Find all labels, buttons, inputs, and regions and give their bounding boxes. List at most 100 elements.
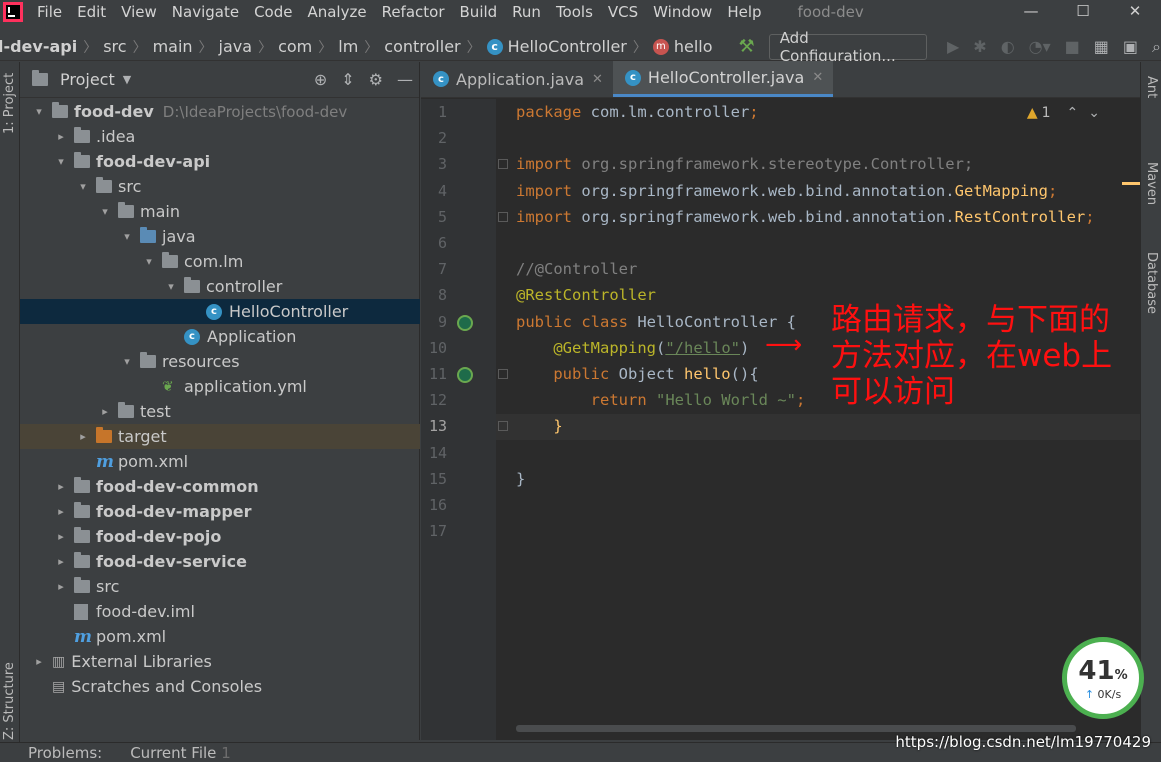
code-area[interactable]: package com.lm.controller; import org.spr… xyxy=(496,99,1140,740)
minimize-icon[interactable]: — xyxy=(1005,0,1057,22)
fold-marker-icon[interactable] xyxy=(498,159,508,170)
menu-run[interactable]: Run xyxy=(505,1,549,23)
breadcrumb-lm[interactable]: lm xyxy=(338,37,358,56)
search-icon[interactable]: ⌕ xyxy=(1152,37,1161,57)
locate-icon[interactable]: ⊕ xyxy=(314,70,327,89)
chevron-down-icon[interactable]: ▾ xyxy=(76,180,90,193)
tree-item[interactable]: ▾ src xyxy=(20,174,420,199)
spring-bean-icon[interactable] xyxy=(457,367,473,383)
tree-item[interactable]: ▸ food-dev-common xyxy=(20,474,420,499)
spring-bean-icon[interactable] xyxy=(457,314,473,331)
terminal-icon[interactable]: ▣ xyxy=(1123,37,1138,56)
tree-item[interactable]: ▸ ▥ External Libraries xyxy=(20,649,420,674)
close-icon[interactable]: ✕ xyxy=(1109,0,1161,22)
menu-vcs[interactable]: VCS xyxy=(601,1,646,23)
breadcrumb-controller[interactable]: controller xyxy=(384,37,460,56)
breadcrumb-method[interactable]: m hello xyxy=(652,37,713,56)
build-hammer-icon[interactable]: ⚒ xyxy=(739,36,755,57)
menu-edit[interactable]: Edit xyxy=(70,1,114,23)
ant-tool-tab[interactable]: Ant xyxy=(1144,76,1159,98)
current-file-tab[interactable]: Current File 1 xyxy=(130,744,231,762)
horizontal-scrollbar[interactable] xyxy=(516,725,1076,732)
menu-code[interactable]: Code xyxy=(247,1,300,23)
menu-view[interactable]: View xyxy=(114,1,165,23)
tree-item[interactable]: ▾ main xyxy=(20,199,420,224)
tree-item[interactable]: ▸ .idea xyxy=(20,124,420,149)
tree-item[interactable]: c HelloController xyxy=(20,299,420,324)
tree-item[interactable]: ▾ resources xyxy=(20,349,420,374)
tree-item[interactable]: ▸ food-dev-mapper xyxy=(20,499,420,524)
chevron-down-icon[interactable]: ▾ xyxy=(32,105,46,118)
tree-item[interactable]: c Application xyxy=(20,324,420,349)
chevron-down-icon[interactable]: ▾ xyxy=(120,230,134,243)
tree-item[interactable]: ▸ target xyxy=(20,424,420,449)
tree-item[interactable]: ▸ food-dev-pojo xyxy=(20,524,420,549)
chevron-down-icon[interactable]: ▼ xyxy=(123,73,131,86)
profile-icon[interactable]: ◔▾ xyxy=(1029,37,1051,56)
close-icon[interactable]: ✕ xyxy=(592,72,603,87)
chevron-down-icon[interactable]: ▾ xyxy=(142,255,156,268)
tree-item[interactable]: ▸ test xyxy=(20,399,420,424)
chevron-down-icon[interactable]: ▾ xyxy=(98,205,112,218)
maven-tool-tab[interactable]: Maven xyxy=(1144,162,1159,205)
menu-build[interactable]: Build xyxy=(453,1,506,23)
tree-item[interactable]: ▾ food-dev D:\IdeaProjects\food-dev xyxy=(20,99,420,124)
tree-item[interactable]: ▾ controller xyxy=(20,274,420,299)
tree-item[interactable]: ▾ food-dev-api xyxy=(20,149,420,174)
maximize-icon[interactable]: ☐ xyxy=(1057,0,1109,22)
tree-item[interactable]: food-dev.iml xyxy=(20,599,420,624)
breadcrumb-com[interactable]: com xyxy=(278,37,312,56)
breadcrumb-src[interactable]: src xyxy=(103,37,126,56)
tree-item[interactable]: m pom.xml xyxy=(20,624,420,649)
chevron-down-icon[interactable]: ▾ xyxy=(54,155,68,168)
gear-icon[interactable]: ⚙ xyxy=(369,70,383,89)
hide-icon[interactable]: — xyxy=(397,70,413,89)
tab-application-java[interactable]: c Application.java ✕ xyxy=(421,61,613,97)
breadcrumb-java[interactable]: java xyxy=(219,37,253,56)
stop-icon[interactable]: ■ xyxy=(1065,37,1080,56)
chevron-right-icon[interactable]: ▸ xyxy=(54,530,68,543)
tree-item[interactable]: m pom.xml xyxy=(20,449,420,474)
breadcrumb-class[interactable]: c HelloController xyxy=(486,37,627,56)
coverage-icon[interactable]: ◐ xyxy=(1001,37,1015,56)
tree-item[interactable]: ❦ application.yml xyxy=(20,374,420,399)
chevron-right-icon[interactable]: ▸ xyxy=(32,655,46,668)
chevron-right-icon[interactable]: ▸ xyxy=(54,555,68,568)
project-tool-tab[interactable]: 1: Project xyxy=(2,73,17,134)
menu-navigate[interactable]: Navigate xyxy=(165,1,247,23)
project-structure-icon[interactable]: ▦ xyxy=(1094,37,1109,56)
close-icon[interactable]: ✕ xyxy=(812,70,823,85)
menu-tools[interactable]: Tools xyxy=(549,1,601,23)
chevron-right-icon[interactable]: ▸ xyxy=(54,130,68,143)
run-icon[interactable]: ▶ xyxy=(947,37,959,56)
add-configuration-button[interactable]: Add Configuration... xyxy=(768,29,927,65)
debug-icon[interactable]: ✱ xyxy=(973,37,986,56)
chevron-down-icon[interactable]: ▾ xyxy=(120,355,134,368)
structure-tool-tab[interactable]: Z: Structure xyxy=(2,662,17,740)
fold-marker-icon[interactable] xyxy=(498,211,508,222)
menu-help[interactable]: Help xyxy=(720,1,769,23)
fold-marker-icon[interactable] xyxy=(498,421,508,432)
menu-window[interactable]: Window xyxy=(646,1,720,23)
navigate-arrows-icon[interactable]: ⌃⌄ xyxy=(1067,105,1110,121)
network-speed-widget[interactable]: 41% ↑ 0K/s xyxy=(1062,637,1144,719)
chevron-right-icon[interactable]: ▸ xyxy=(54,505,68,518)
error-stripe-mark[interactable] xyxy=(1122,182,1140,185)
fold-marker-icon[interactable] xyxy=(498,369,508,379)
tree-item[interactable]: ▾ com.lm xyxy=(20,249,420,274)
chevron-right-icon[interactable]: ▸ xyxy=(98,405,112,418)
tree-item[interactable]: ▸ src xyxy=(20,574,420,599)
chevron-right-icon[interactable]: ▸ xyxy=(54,580,68,593)
tab-hellocontroller-java[interactable]: c HelloController.java ✕ xyxy=(612,61,834,97)
menu-file[interactable]: File xyxy=(30,1,70,23)
menu-refactor[interactable]: Refactor xyxy=(375,1,453,23)
chevron-right-icon[interactable]: ▸ xyxy=(76,430,90,443)
problems-label[interactable]: Problems: xyxy=(28,744,102,762)
chevron-right-icon[interactable]: ▸ xyxy=(54,480,68,493)
breadcrumb-main[interactable]: main xyxy=(153,37,193,56)
project-panel-title[interactable]: Project xyxy=(60,70,115,89)
tree-item[interactable]: ▸ food-dev-service xyxy=(20,549,420,574)
tree-item[interactable]: ▾ java xyxy=(20,224,420,249)
menu-analyze[interactable]: Analyze xyxy=(300,1,374,23)
inspection-widget[interactable]: ▲ 1 ⌃⌄ xyxy=(1027,105,1110,121)
